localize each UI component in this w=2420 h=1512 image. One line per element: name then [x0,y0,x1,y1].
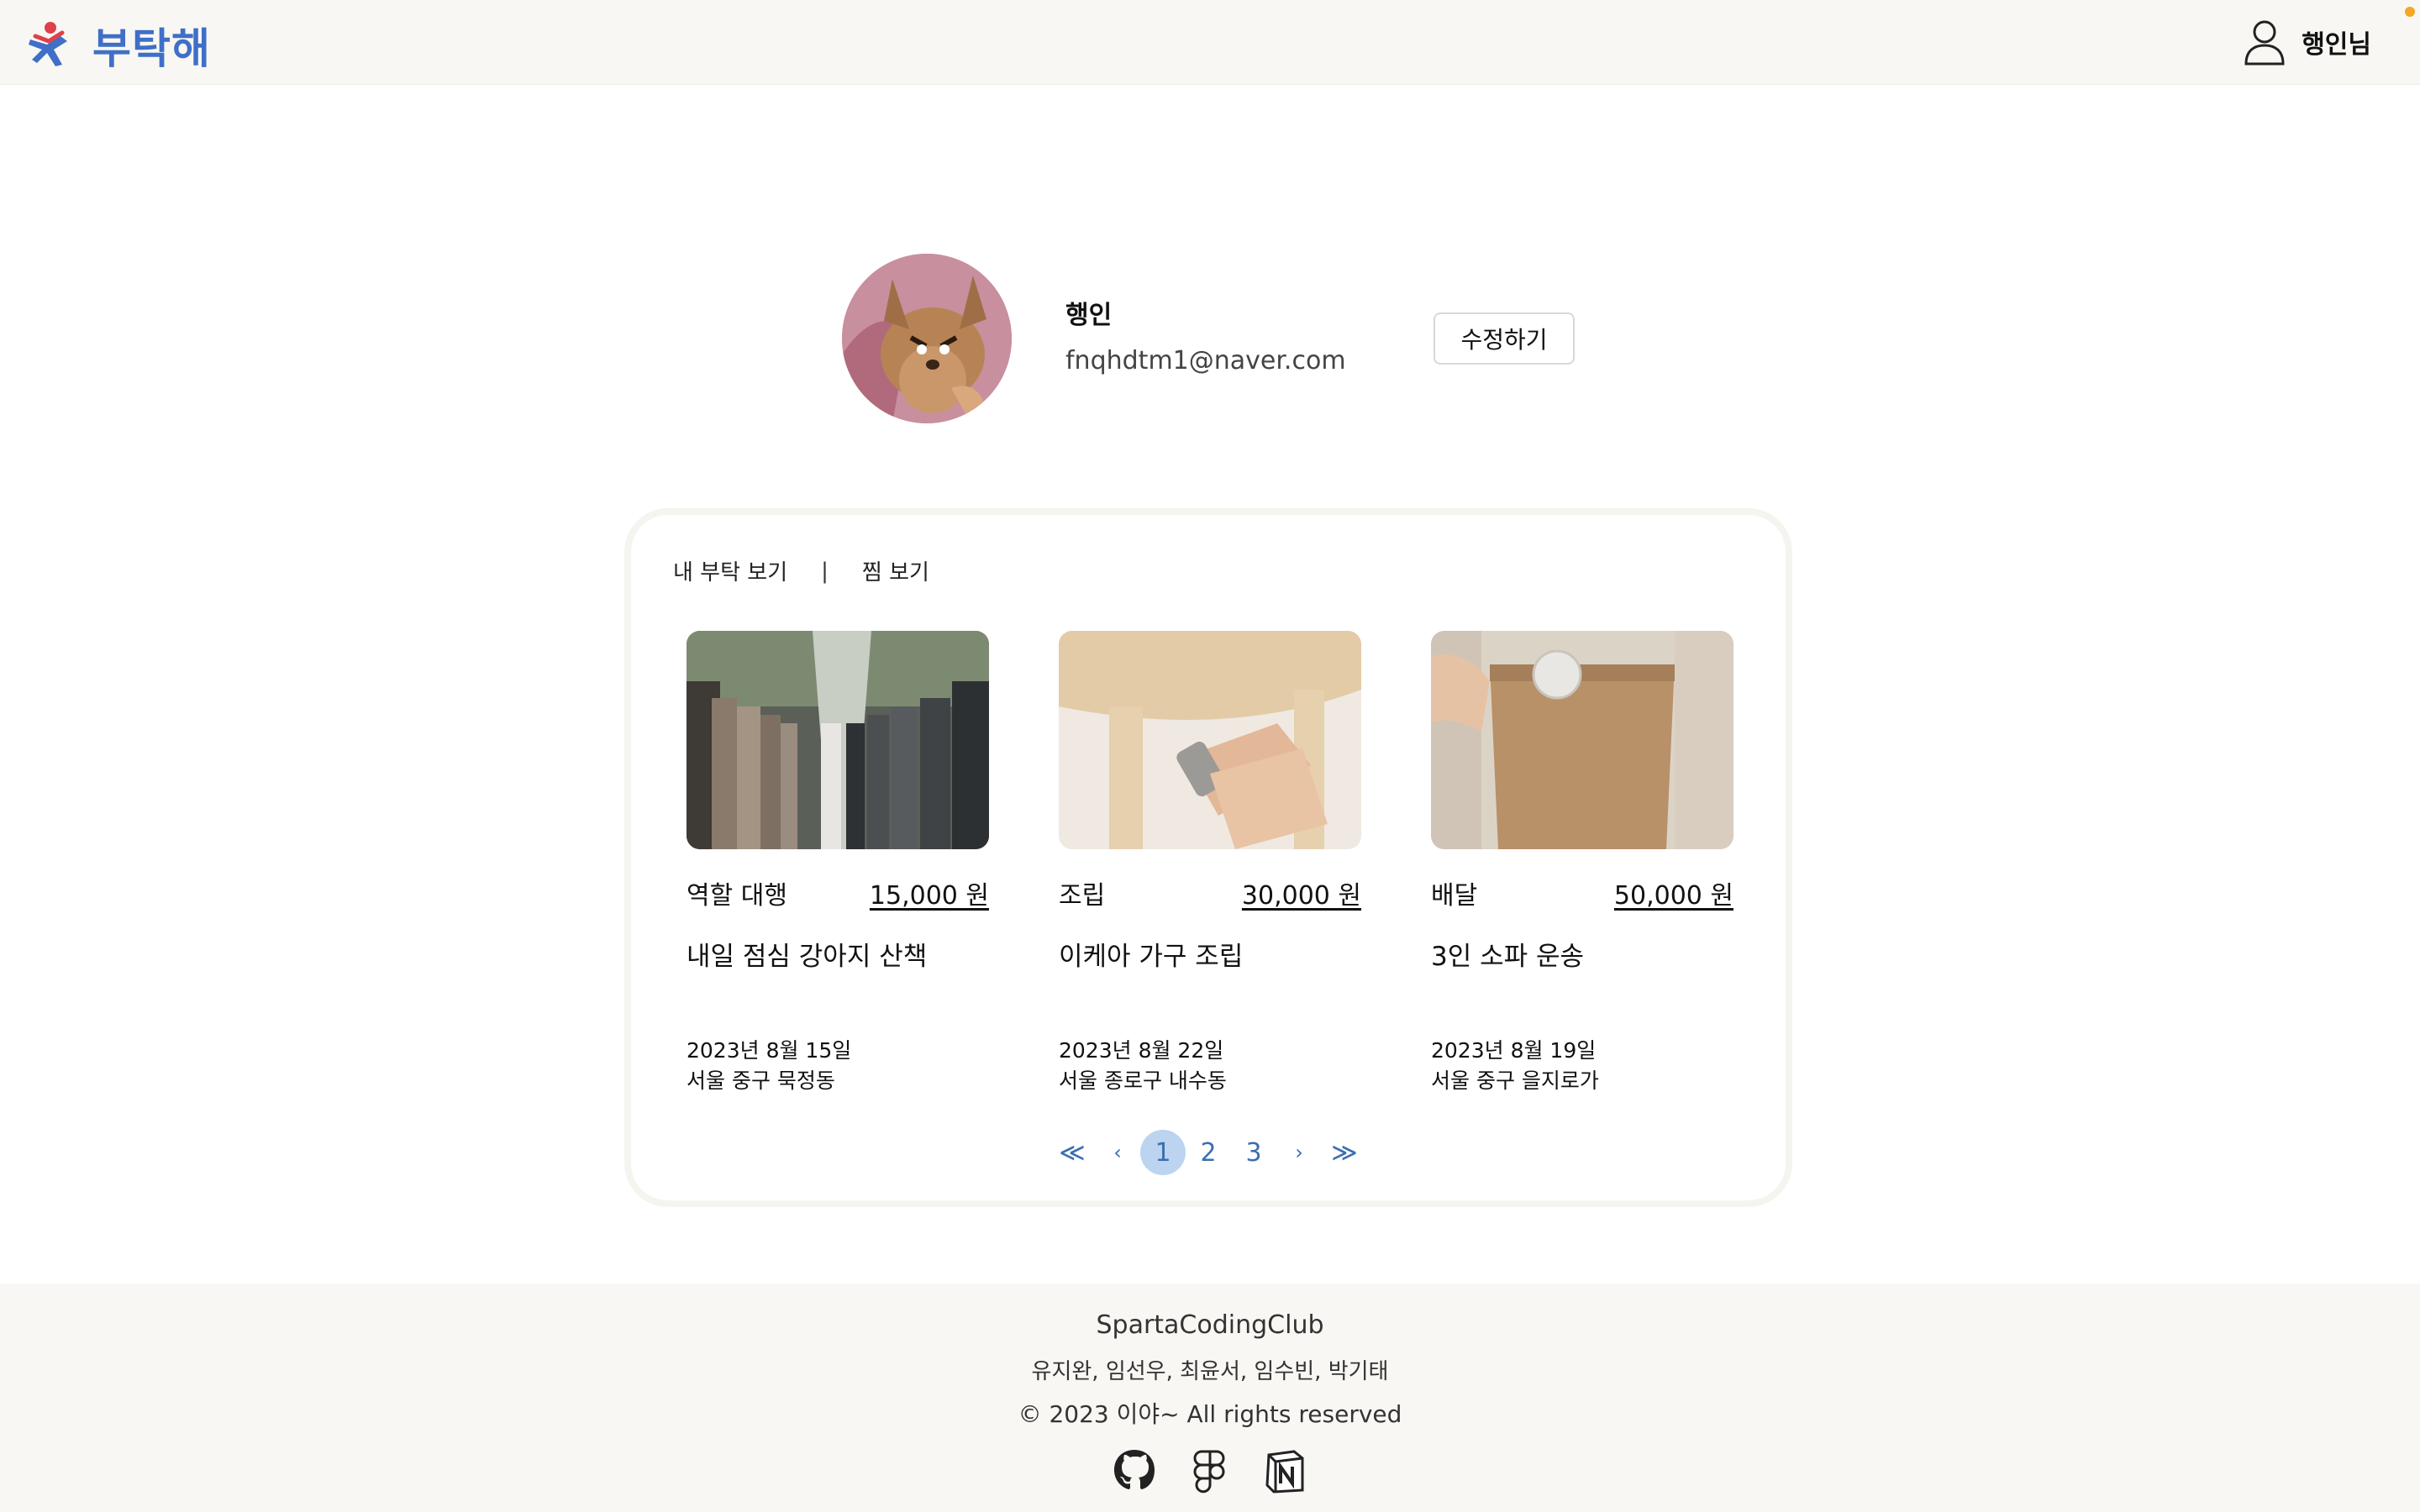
card-title: 내일 점심 강아지 산책 [687,942,928,972]
profile-email: fnqhdtm1@naver.com [1065,346,1346,375]
panel-tabs: 내 부탁 보기 | 찜 보기 [673,555,929,586]
next-page-button[interactable]: › [1276,1130,1322,1175]
user-menu[interactable]: 행인님 [2241,17,2371,67]
card-category: 역할 대행 [687,881,787,911]
card-price: 15,000 원 [869,881,989,911]
notion-icon[interactable] [1264,1448,1307,1494]
user-icon [2244,20,2285,66]
card-category: 조립 [1059,881,1106,911]
card-price: 50,000 원 [1613,881,1733,911]
tab-my-requests[interactable]: 내 부탁 보기 [673,555,787,586]
card-date: 2023년 8월 15일 [687,1038,852,1063]
brand-name: 부탁해 [92,24,211,73]
avatar-image [842,254,1012,423]
footer-org: SpartaCodingClub [1096,1310,1324,1340]
request-card[interactable]: 배달 50,000 원 3인 소파 운송 2023년 8월 19일 서울 중구 … [1431,631,1733,1101]
running-figure-icon [29,22,67,66]
footer-links [0,1448,2420,1494]
footer-members: 유지완, 임선우, 최윤서, 임수빈, 박기태 [1031,1359,1389,1384]
card-date: 2023년 8월 22일 [1059,1038,1224,1063]
user-name-label: 행인님 [2302,30,2371,60]
brand-logo[interactable]: 부탁해 [24,15,211,76]
page-footer: SpartaCodingClub 유지완, 임선우, 최윤서, 임수빈, 박기태… [0,1284,2420,1512]
card-meta-row: 역할 대행 15,000 원 [687,874,989,911]
furniture-assembly-photo [1059,631,1361,849]
avatar [842,254,1012,423]
github-icon[interactable] [1113,1448,1156,1494]
card-price: 30,000 원 [1241,881,1361,911]
card-meta-row: 조립 30,000 원 [1059,874,1361,911]
page-button-1[interactable]: 1 [1140,1130,1186,1175]
card-category: 배달 [1431,881,1478,911]
notification-dot [2405,7,2415,17]
card-meta-row: 배달 50,000 원 [1431,874,1733,911]
prev-page-button[interactable]: ‹ [1095,1130,1140,1175]
card-thumbnail [1059,631,1361,849]
request-card-list: 역할 대행 15,000 원 내일 점심 강아지 산책 2023년 8월 15일… [687,631,1737,1101]
card-title: 이케아 가구 조립 [1059,942,1244,972]
wedding-photo [687,631,989,849]
card-location: 서울 중구 을지로가 [1431,1068,1599,1093]
top-header: 부탁해 행인님 [0,0,2420,85]
edit-profile-button[interactable]: 수정하기 [1434,312,1575,365]
figma-icon[interactable] [1188,1448,1232,1494]
card-thumbnail [1431,631,1733,849]
paper-bag-photo [1431,631,1733,849]
last-page-button[interactable]: ≫ [1322,1130,1367,1175]
first-page-button[interactable]: ≪ [1050,1130,1095,1175]
profile-section: 행인 fnqhdtm1@naver.com 수정하기 [842,254,1598,427]
pagination: ≪ ‹ 1 2 3 › ≫ [631,1130,1786,1175]
page-button-2[interactable]: 2 [1186,1130,1231,1175]
request-card[interactable]: 역할 대행 15,000 원 내일 점심 강아지 산책 2023년 8월 15일… [687,631,989,1101]
profile-name: 행인 [1065,301,1113,330]
card-location: 서울 중구 묵정동 [687,1068,835,1093]
requests-panel: 내 부탁 보기 | 찜 보기 역할 대행 15,000 원 내일 점심 강아지 … [624,508,1792,1207]
card-thumbnail [687,631,989,849]
tab-favorites[interactable]: 찜 보기 [862,555,929,586]
page-button-3[interactable]: 3 [1231,1130,1276,1175]
card-date: 2023년 8월 19일 [1431,1038,1597,1063]
footer-copyright: © 2023 이야~ All rights reserved [1018,1400,1402,1428]
card-title: 3인 소파 운송 [1431,942,1585,972]
card-location: 서울 종로구 내수동 [1059,1068,1227,1093]
tab-separator: | [821,558,829,584]
request-card[interactable]: 조립 30,000 원 이케아 가구 조립 2023년 8월 22일 서울 종로… [1059,631,1361,1101]
